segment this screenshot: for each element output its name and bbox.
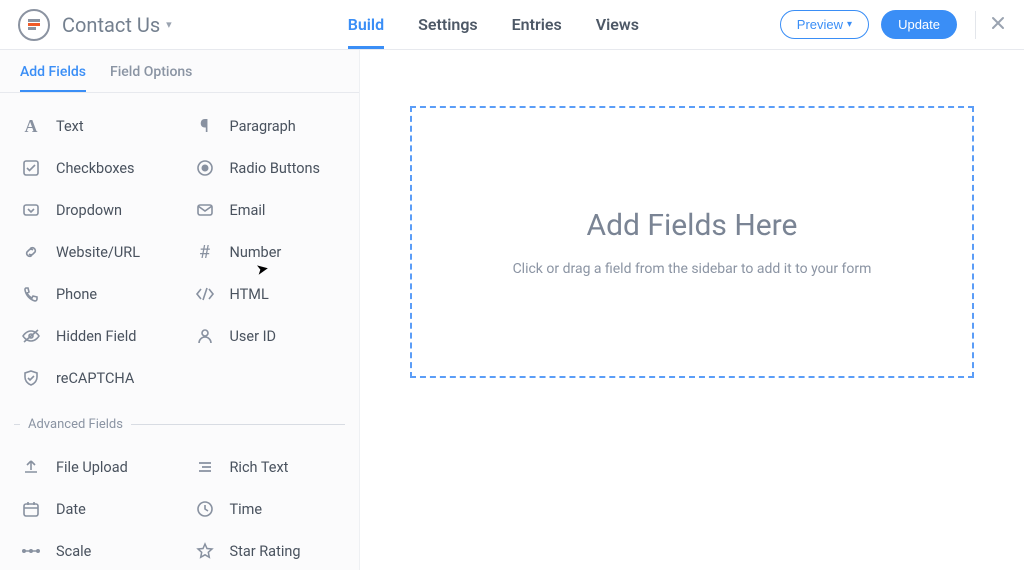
- field-label: HTML: [230, 286, 269, 303]
- field-url[interactable]: Website/URL: [6, 231, 180, 273]
- field-label: User ID: [230, 328, 277, 345]
- preview-label: Preview: [797, 17, 843, 32]
- field-label: Number: [230, 244, 282, 261]
- field-label: Dropdown: [56, 202, 122, 219]
- canvas: Add Fields Here Click or drag a field fr…: [360, 50, 1024, 570]
- field-userid[interactable]: User ID: [180, 315, 354, 357]
- field-email[interactable]: Email: [180, 189, 354, 231]
- field-paragraph[interactable]: ¶ Paragraph: [180, 105, 354, 147]
- main-nav: Build Settings Entries Views: [348, 1, 639, 49]
- field-label: Star Rating: [230, 543, 301, 560]
- hash-icon: #: [194, 241, 216, 263]
- paragraph-icon: ¶: [194, 115, 216, 137]
- preview-button[interactable]: Preview ▾: [780, 10, 869, 39]
- field-recaptcha[interactable]: reCAPTCHA: [6, 357, 180, 399]
- sidebar: Add Fields Field Options A Text ¶ Paragr…: [0, 50, 360, 570]
- tab-build[interactable]: Build: [348, 1, 384, 49]
- field-star[interactable]: Star Rating: [180, 530, 354, 570]
- subtab-add-fields[interactable]: Add Fields: [20, 64, 86, 92]
- field-label: Scale: [56, 543, 91, 560]
- field-date[interactable]: Date: [6, 488, 180, 530]
- subtab-field-options[interactable]: Field Options: [110, 64, 192, 92]
- field-label: Text: [56, 118, 84, 135]
- dropdown-icon: [20, 199, 42, 221]
- body: Add Fields Field Options A Text ¶ Paragr…: [0, 50, 1024, 570]
- close-icon: [990, 15, 1006, 31]
- code-icon: [194, 283, 216, 305]
- topbar-actions: Preview ▾ Update: [780, 10, 1006, 39]
- field-label: Date: [56, 501, 86, 518]
- phone-icon: [20, 283, 42, 305]
- field-label: Website/URL: [56, 244, 140, 261]
- chevron-down-icon: ▾: [847, 19, 852, 30]
- shield-icon: [20, 367, 42, 389]
- field-scale[interactable]: Scale: [6, 530, 180, 570]
- update-button[interactable]: Update: [881, 10, 957, 39]
- email-icon: [194, 199, 216, 221]
- close-button[interactable]: [975, 11, 1006, 39]
- form-title-dropdown[interactable]: Contact Us ▾: [62, 13, 172, 37]
- tab-entries[interactable]: Entries: [512, 1, 562, 49]
- field-label: Phone: [56, 286, 97, 303]
- field-number[interactable]: # Number: [180, 231, 354, 273]
- field-label: Email: [230, 202, 266, 219]
- hidden-icon: [20, 325, 42, 347]
- field-phone[interactable]: Phone: [6, 273, 180, 315]
- field-dropdown[interactable]: Dropdown: [6, 189, 180, 231]
- user-icon: [194, 325, 216, 347]
- richtext-icon: [194, 456, 216, 478]
- tab-views[interactable]: Views: [596, 1, 639, 49]
- form-dropzone[interactable]: Add Fields Here Click or drag a field fr…: [410, 106, 974, 378]
- dropzone-title: Add Fields Here: [587, 208, 798, 243]
- field-label: reCAPTCHA: [56, 370, 134, 387]
- field-richtext[interactable]: Rich Text: [180, 446, 354, 488]
- scale-icon: [20, 540, 42, 562]
- field-time[interactable]: Time: [180, 488, 354, 530]
- advanced-section-header: Advanced Fields: [0, 409, 359, 434]
- link-icon: [20, 241, 42, 263]
- star-icon: [194, 540, 216, 562]
- field-hidden[interactable]: Hidden Field: [6, 315, 180, 357]
- form-title-text: Contact Us: [62, 13, 160, 37]
- dropzone-subtitle: Click or drag a field from the sidebar t…: [513, 261, 872, 277]
- field-checkboxes[interactable]: Checkboxes: [6, 147, 180, 189]
- field-label: Time: [230, 501, 263, 518]
- field-label: Checkboxes: [56, 160, 135, 177]
- clock-icon: [194, 498, 216, 520]
- field-label: Hidden Field: [56, 328, 136, 345]
- field-label: File Upload: [56, 459, 128, 476]
- field-label: Radio Buttons: [230, 160, 321, 177]
- field-text[interactable]: A Text: [6, 105, 180, 147]
- basic-fields-grid: A Text ¶ Paragraph Checkboxes Radio Butt…: [0, 93, 359, 403]
- field-label: Rich Text: [230, 459, 289, 476]
- tab-settings[interactable]: Settings: [418, 1, 478, 49]
- text-icon: A: [20, 115, 42, 137]
- sidebar-subtabs: Add Fields Field Options: [0, 50, 359, 93]
- field-file-upload[interactable]: File Upload: [6, 446, 180, 488]
- upload-icon: [20, 456, 42, 478]
- app-logo: [18, 9, 50, 41]
- field-html[interactable]: HTML: [180, 273, 354, 315]
- calendar-icon: [20, 498, 42, 520]
- field-radio[interactable]: Radio Buttons: [180, 147, 354, 189]
- advanced-fields-grid: File Upload Rich Text Date Time Scale St…: [0, 434, 359, 570]
- radio-icon: [194, 157, 216, 179]
- checkbox-icon: [20, 157, 42, 179]
- chevron-down-icon: ▾: [166, 18, 172, 31]
- section-label: Advanced Fields: [28, 417, 123, 432]
- topbar: Contact Us ▾ Build Settings Entries View…: [0, 0, 1024, 50]
- field-label: Paragraph: [230, 118, 296, 135]
